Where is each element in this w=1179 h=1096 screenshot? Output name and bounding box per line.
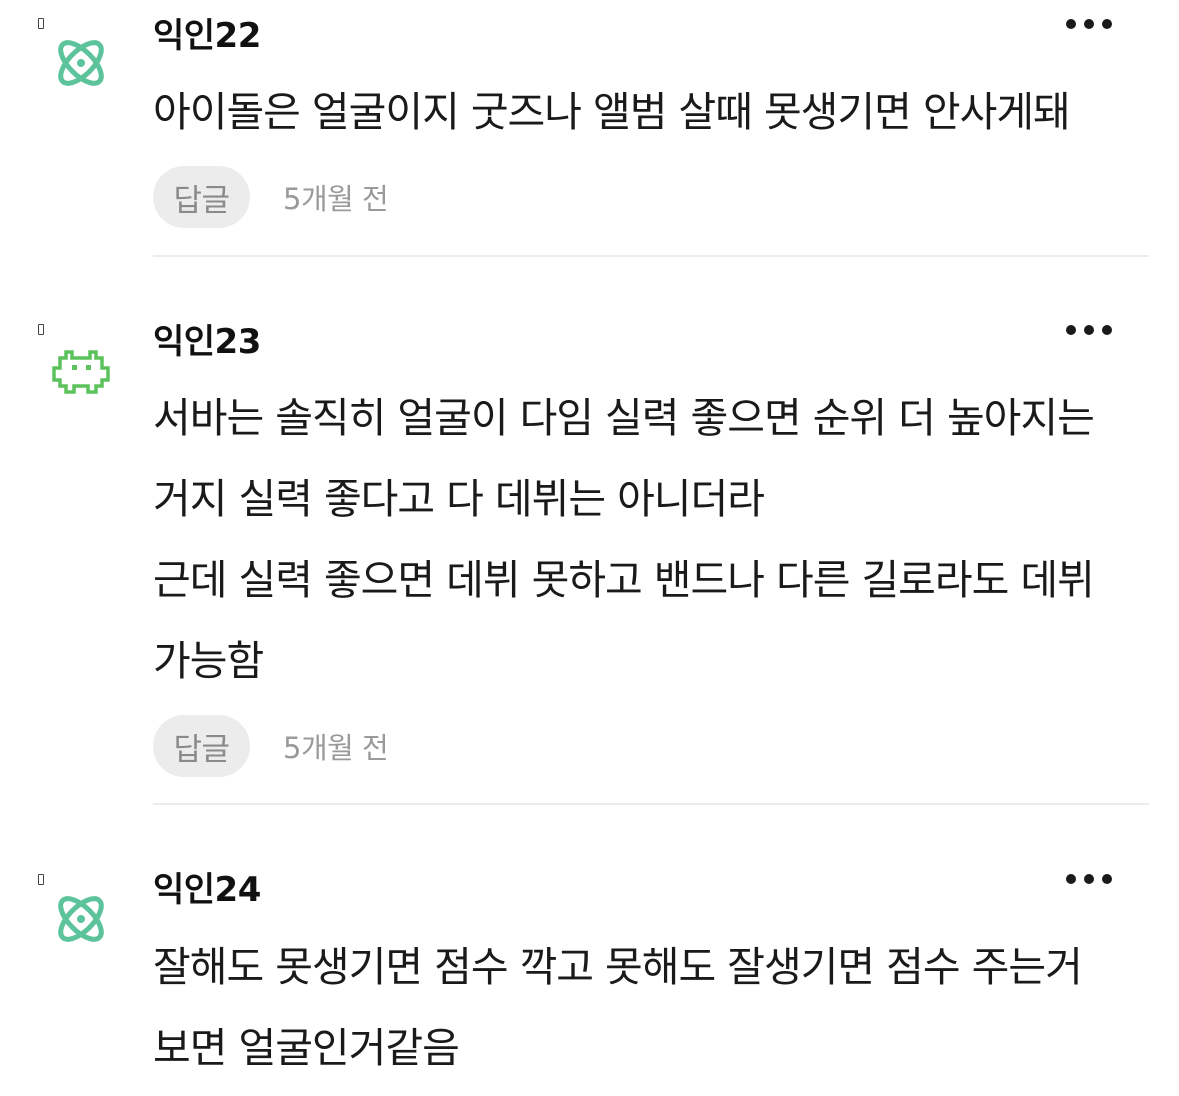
comment-body: 아이돌은 얼굴이지 굿즈나 앨범 살때 못생기면 안사게돼 (153, 72, 1153, 153)
comment-author[interactable]: 익인23 (153, 322, 261, 362)
comment-line: 거지 실력 좋다고 다 데뷔는 아니더라 (153, 475, 765, 523)
comment-line: 가능함 (153, 637, 264, 685)
comment-author[interactable]: 익인22 (153, 16, 261, 56)
comment-line: 서바는 솔직히 얼굴이 다임 실력 좋으면 순위 더 높아지는 (153, 394, 1095, 442)
atom-icon (58, 40, 104, 86)
comment-actions: 답글 5개월 전 (153, 166, 389, 228)
more-options-icon[interactable] (1066, 17, 1112, 31)
more-options-icon[interactable] (1066, 872, 1112, 886)
more-options-icon[interactable] (1066, 323, 1112, 337)
new-marker-icon (38, 18, 44, 29)
divider (153, 255, 1149, 257)
new-marker-icon (38, 324, 44, 335)
atom-icon (58, 896, 104, 942)
comment-line: 아이돌은 얼굴이지 굿즈나 앨범 살때 못생기면 안사게돼 (153, 88, 1071, 136)
comment-time: 5개월 전 (283, 731, 389, 765)
comment-time: 5개월 전 (283, 182, 389, 216)
avatar[interactable] (50, 888, 112, 950)
reply-button[interactable]: 답글 (153, 715, 250, 777)
comment-body: 잘해도 못생기면 점수 깍고 못해도 잘생기면 점수 주는거 보면 얼굴인거같음 (153, 927, 1153, 1089)
comment-line: 근데 실력 좋으면 데뷔 못하고 밴드나 다른 길로라도 데뷔 (153, 556, 1095, 604)
new-marker-icon (38, 874, 44, 885)
comment-line: 보면 얼굴인거같음 (153, 1024, 460, 1072)
comment-author[interactable]: 익인24 (153, 870, 261, 910)
space-invader-icon (52, 350, 110, 394)
avatar[interactable] (50, 32, 112, 94)
comment-line: 잘해도 못생기면 점수 깍고 못해도 잘생기면 점수 주는거 (153, 943, 1083, 991)
divider (153, 803, 1149, 805)
comment-actions: 답글 5개월 전 (153, 715, 389, 777)
reply-button[interactable]: 답글 (153, 166, 250, 228)
avatar[interactable] (50, 340, 112, 402)
comment-body: 서바는 솔직히 얼굴이 다임 실력 좋으면 순위 더 높아지는 거지 실력 좋다… (153, 378, 1153, 702)
